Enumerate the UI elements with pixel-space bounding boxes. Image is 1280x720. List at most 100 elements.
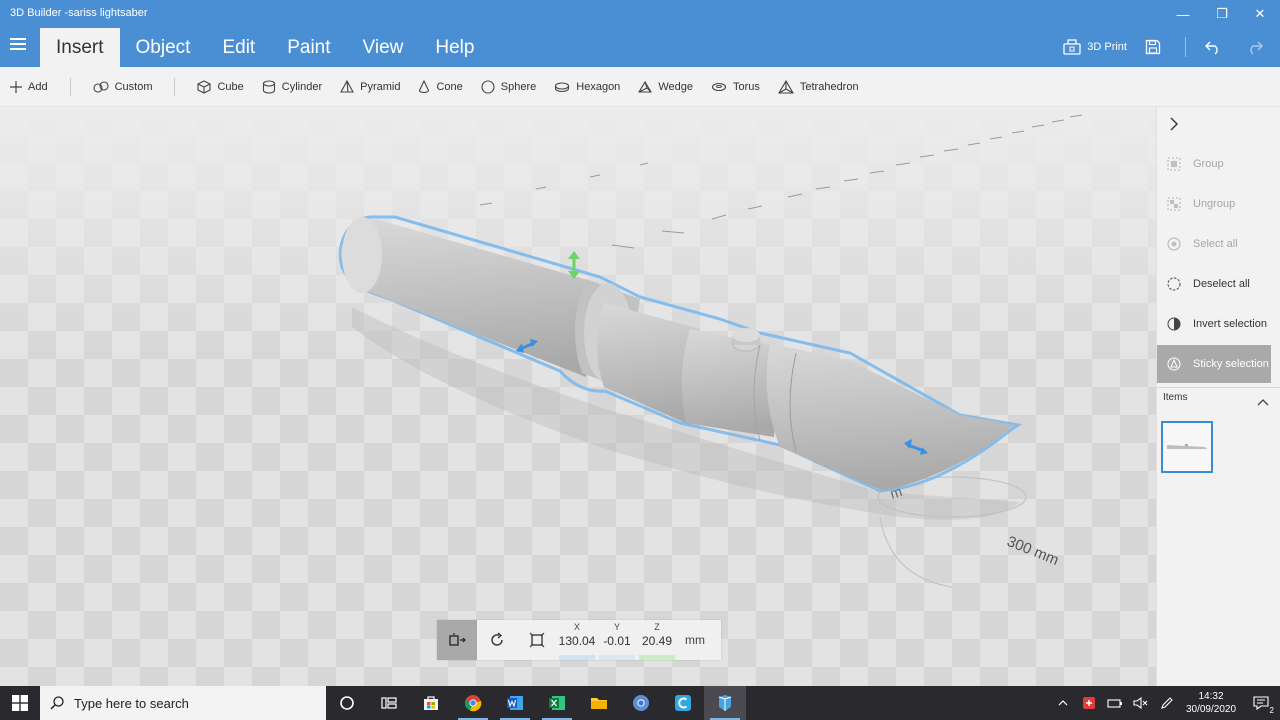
x-coordinate[interactable]: X 130.04 (557, 620, 597, 660)
cortana-assistant-button[interactable] (662, 686, 704, 720)
excel-icon (549, 696, 565, 710)
add-button[interactable]: Add (10, 80, 48, 93)
battery-icon (1107, 699, 1122, 708)
clock-time: 14:32 (1198, 691, 1224, 702)
3d-builder-app-button[interactable] (704, 686, 746, 720)
insert-toolbar: Add Custom Cube Cylinder Pyramid Cone Sp… (0, 67, 1280, 107)
invert-selection-button[interactable]: Invert selection (1157, 305, 1271, 343)
pommel-cap (342, 217, 382, 293)
cortana-button[interactable] (326, 686, 368, 720)
ruler-ticks (479, 114, 1083, 249)
invert-selection-label: Invert selection (1193, 318, 1267, 330)
y-axis-bar (599, 655, 635, 660)
3d-builder-icon (718, 695, 732, 711)
collapse-panel-button[interactable] (1169, 117, 1179, 136)
cylinder-button[interactable]: Cylinder (262, 79, 323, 94)
tab-help[interactable]: Help (419, 28, 490, 67)
vertical-move-arrow-icon[interactable] (568, 251, 580, 279)
taskbar-search-box[interactable]: Type here to search (40, 686, 326, 720)
close-button[interactable]: ✕ (1241, 2, 1279, 26)
cylinder-icon (262, 79, 275, 94)
undo-button[interactable] (1204, 39, 1228, 55)
redo-button[interactable] (1246, 39, 1270, 55)
y-coordinate[interactable]: Y -0.01 (597, 620, 637, 660)
rotate-mode-button[interactable] (477, 620, 517, 660)
pyramid-button[interactable]: Pyramid (340, 79, 401, 94)
move-mode-button[interactable] (437, 620, 477, 660)
excel-app-button[interactable] (536, 686, 578, 720)
x-axis-bar (559, 655, 595, 660)
notification-icon (1253, 696, 1269, 710)
z-value[interactable]: 20.49 (637, 634, 677, 648)
chrome-icon (464, 695, 482, 712)
task-view-button[interactable] (368, 686, 410, 720)
pyramid-label: Pyramid (360, 80, 401, 93)
clock[interactable]: 14:32 30/09/2020 (1180, 690, 1242, 716)
x-label: X (573, 622, 580, 632)
start-button[interactable] (0, 686, 40, 720)
hamburger-menu-icon[interactable] (10, 38, 26, 50)
cone-icon (419, 79, 430, 93)
c-app-icon (675, 695, 691, 711)
wedge-icon (638, 80, 653, 93)
pen-button[interactable] (1154, 686, 1180, 720)
file-explorer-button[interactable] (578, 686, 620, 720)
select-all-button[interactable]: Select all (1157, 225, 1271, 263)
chrome-blue-icon (633, 695, 649, 711)
deselect-all-button[interactable]: Deselect all (1157, 265, 1271, 303)
sphere-button[interactable]: Sphere (481, 79, 536, 94)
items-header: Items (1163, 392, 1188, 403)
sticky-selection-label: Sticky selection (1193, 358, 1269, 370)
battery-button[interactable] (1102, 686, 1128, 720)
ungroup-button[interactable]: Ungroup (1157, 185, 1271, 223)
ribbon-actions: 3D Print (1063, 32, 1280, 62)
custom-button[interactable]: Custom (93, 81, 152, 93)
scene-canvas[interactable]: m 300 mm (0, 107, 1156, 686)
volume-button[interactable] (1128, 686, 1154, 720)
y-value[interactable]: -0.01 (597, 634, 637, 648)
save-button[interactable] (1145, 39, 1167, 55)
tab-paint[interactable]: Paint (271, 28, 346, 67)
minimize-button[interactable]: — (1164, 2, 1202, 26)
x-value[interactable]: 130.04 (557, 634, 597, 648)
word-app-button[interactable] (494, 686, 536, 720)
item-thumbnail[interactable] (1161, 421, 1213, 473)
plus-icon (10, 80, 22, 93)
notifications-button[interactable]: 2 (1242, 686, 1280, 720)
deselect-all-icon (1167, 277, 1181, 291)
title-bar: 3D Builder -sariss lightsaber — ❐ ✕ Inse… (0, 0, 1280, 67)
tray-app-button[interactable] (1076, 686, 1102, 720)
scale-mode-button[interactable] (517, 620, 557, 660)
items-collapse-button[interactable] (1257, 393, 1269, 411)
group-icon (1167, 157, 1181, 171)
cylinder-label: Cylinder (281, 80, 323, 93)
tetrahedron-button[interactable]: Tetrahedron (777, 79, 859, 94)
tab-insert[interactable]: Insert (40, 28, 120, 67)
torus-icon (711, 82, 727, 91)
save-icon (1145, 39, 1161, 55)
3d-viewport[interactable]: m 300 mm (0, 107, 1156, 686)
torus-button[interactable]: Torus (711, 81, 760, 93)
chrome-app-button[interactable] (452, 686, 494, 720)
3d-print-button[interactable]: 3D Print (1063, 39, 1127, 55)
show-hidden-icons-button[interactable] (1050, 686, 1076, 720)
chevron-up-icon (1058, 700, 1068, 706)
chevron-right-icon (1170, 117, 1178, 131)
tab-object[interactable]: Object (120, 28, 207, 67)
hexagon-button[interactable]: Hexagon (554, 81, 620, 93)
maximize-button[interactable]: ❐ (1203, 2, 1241, 26)
wedge-button[interactable]: Wedge (638, 80, 693, 94)
z-coordinate[interactable]: Z 20.49 (637, 620, 677, 660)
cube-button[interactable]: Cube (197, 79, 244, 94)
cone-label: Cone (436, 80, 463, 93)
ribbon-tabs: Insert Object Edit Paint View Help (40, 28, 490, 67)
cone-button[interactable]: Cone (418, 79, 463, 94)
sticky-selection-button[interactable]: Sticky selection (1157, 345, 1271, 383)
store-app-button[interactable] (410, 686, 452, 720)
group-button[interactable]: Group (1157, 145, 1271, 183)
scale-icon (529, 632, 545, 648)
tab-view[interactable]: View (347, 28, 420, 67)
selection-panel: Group Ungroup Select all Deselect all In… (1156, 107, 1280, 686)
tab-edit[interactable]: Edit (206, 28, 271, 67)
chrome-profile-button[interactable] (620, 686, 662, 720)
